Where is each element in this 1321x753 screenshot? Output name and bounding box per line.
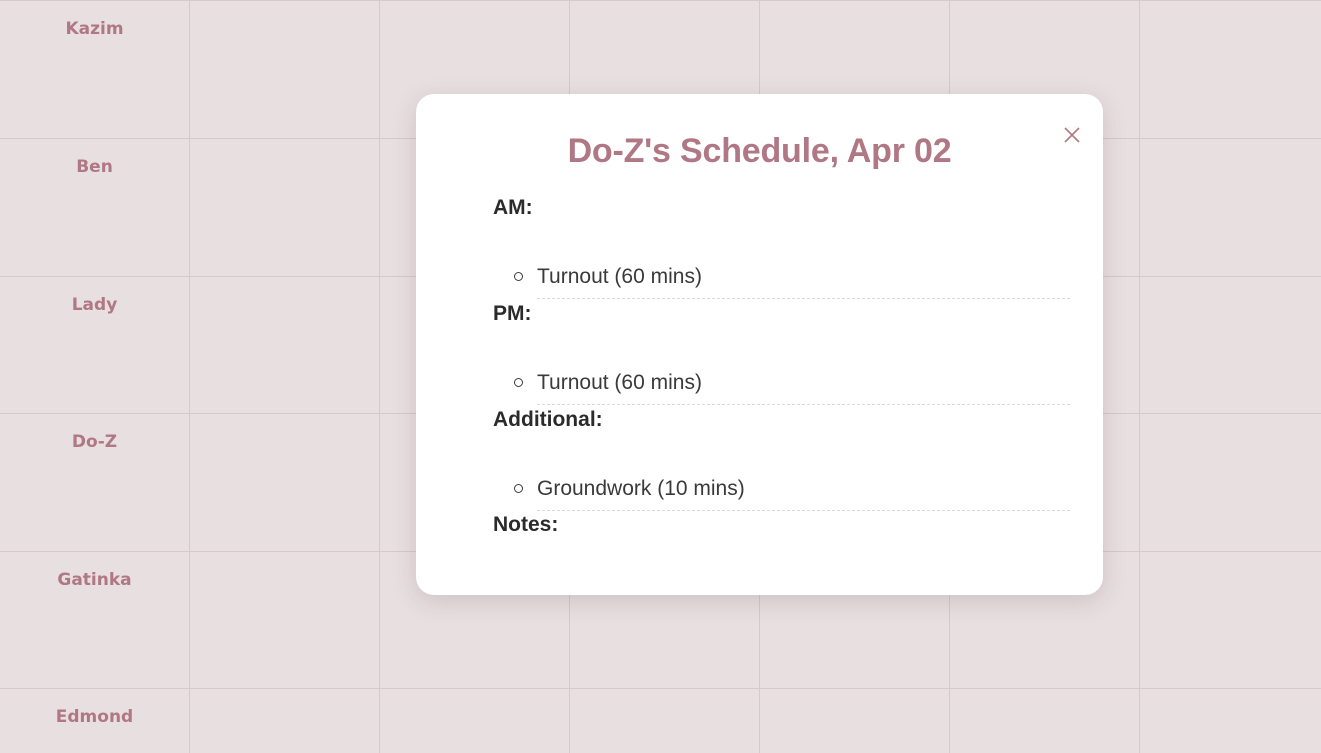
horse-name: Do-Z	[71, 432, 118, 452]
horse-name: Ben	[76, 157, 113, 177]
schedule-cell[interactable]	[950, 689, 1140, 753]
horse-name: Kazim	[65, 19, 124, 39]
list-item: Turnout (60 mins)	[514, 256, 1070, 299]
schedule-cell[interactable]	[190, 1, 380, 139]
schedule-cell[interactable]	[190, 139, 380, 277]
schedule-cell[interactable]	[190, 277, 380, 414]
schedule-modal: Do-Z's Schedule, Apr 02 AM: Turnout (60 …	[416, 94, 1103, 595]
schedule-cell[interactable]	[1140, 552, 1321, 689]
horse-name: Gatinka	[57, 570, 132, 590]
am-label: AM:	[493, 196, 533, 219]
notes-section: Notes:	[493, 509, 1070, 541]
schedule-cell[interactable]	[190, 414, 380, 552]
horse-name-cell[interactable]: Do-Z	[0, 414, 190, 552]
list-item: Groundwork (10 mins)	[514, 468, 1070, 511]
pm-label: PM:	[493, 302, 532, 325]
notes-label: Notes:	[493, 513, 559, 536]
schedule-cell[interactable]	[570, 689, 760, 753]
additional-list: Groundwork (10 mins)	[493, 468, 1070, 511]
additional-label: Additional:	[493, 408, 603, 431]
bullet-icon	[514, 272, 523, 281]
horse-name: Lady	[71, 295, 118, 315]
horse-name: Edmond	[55, 707, 134, 727]
schedule-cell[interactable]	[1140, 277, 1321, 414]
horse-name-cell[interactable]: Lady	[0, 277, 190, 414]
bullet-icon	[514, 484, 523, 493]
modal-body: AM: Turnout (60 mins) PM: Turnout (60 mi…	[493, 192, 1070, 541]
pm-list: Turnout (60 mins)	[493, 362, 1070, 405]
horse-name-cell[interactable]: Kazim	[0, 1, 190, 139]
schedule-cell[interactable]	[190, 689, 380, 753]
modal-title: Do-Z's Schedule, Apr 02	[567, 132, 952, 170]
horse-name-cell[interactable]: Gatinka	[0, 552, 190, 689]
schedule-cell[interactable]	[1140, 1, 1321, 139]
bullet-icon	[514, 378, 523, 387]
additional-section: Additional: Groundwork (10 mins)	[493, 404, 1070, 511]
horse-name-cell[interactable]: Ben	[0, 139, 190, 277]
schedule-cell[interactable]	[1140, 689, 1321, 753]
activity-label: Groundwork (10 mins)	[537, 477, 745, 500]
am-list: Turnout (60 mins)	[493, 256, 1070, 299]
activity-label: Turnout (60 mins)	[537, 265, 702, 288]
schedule-cell[interactable]	[1140, 414, 1321, 552]
am-section: AM: Turnout (60 mins)	[493, 192, 1070, 299]
activity-label: Turnout (60 mins)	[537, 371, 702, 394]
pm-section: PM: Turnout (60 mins)	[493, 298, 1070, 405]
list-item: Turnout (60 mins)	[514, 362, 1070, 405]
schedule-cell[interactable]	[190, 552, 380, 689]
schedule-cell[interactable]	[1140, 139, 1321, 277]
schedule-cell[interactable]	[760, 689, 950, 753]
schedule-cell[interactable]	[380, 689, 570, 753]
horse-name-cell[interactable]: Edmond	[0, 689, 190, 753]
